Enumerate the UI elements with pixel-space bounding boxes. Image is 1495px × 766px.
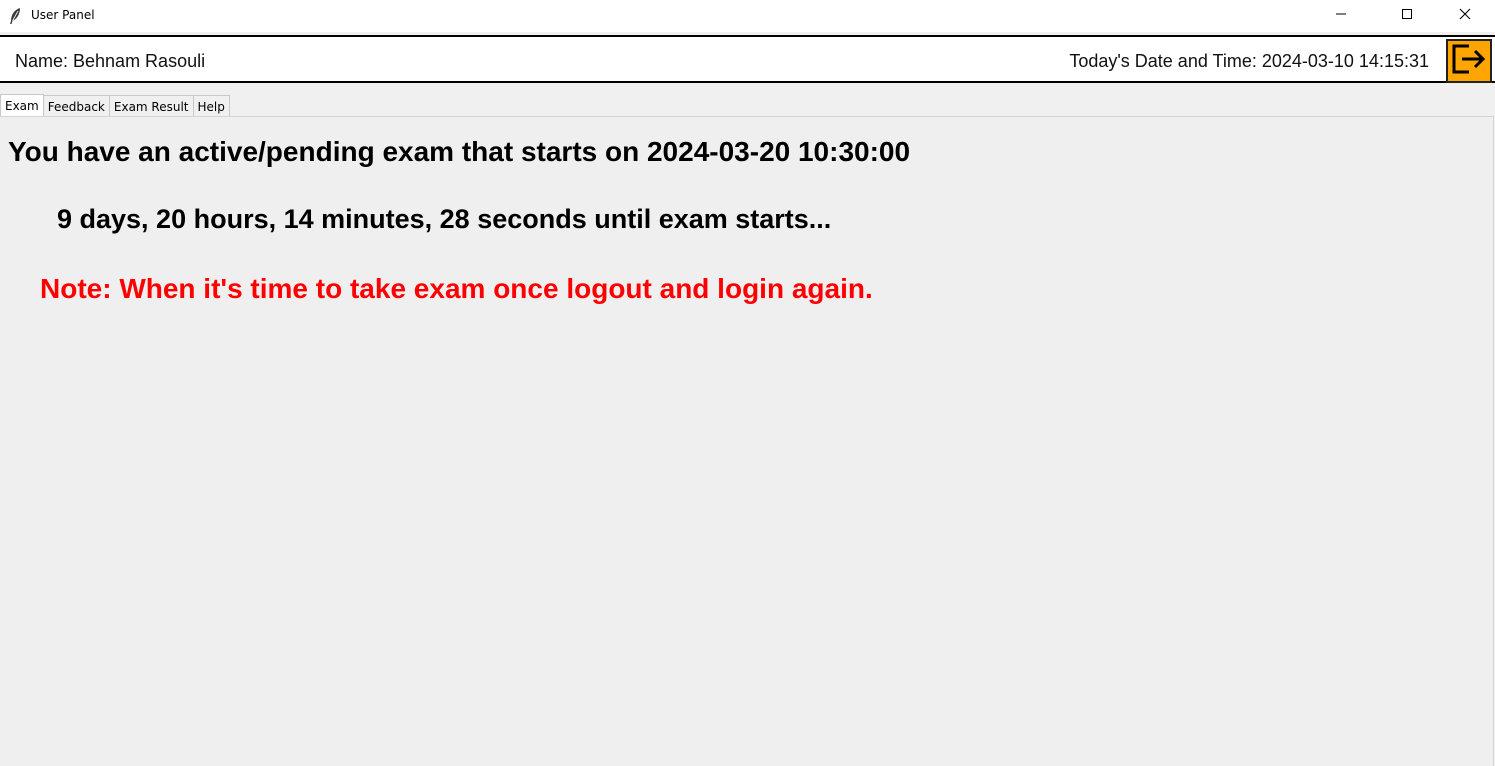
user-info-header: Name: Behnam Rasouli Today's Date and Ti… xyxy=(0,35,1495,83)
logout-icon xyxy=(1449,41,1489,82)
logout-button[interactable] xyxy=(1446,39,1492,83)
current-datetime-label: Today's Date and Time: 2024-03-10 14:15:… xyxy=(1069,51,1429,71)
tab-exam[interactable]: Exam xyxy=(0,94,44,118)
minimize-button[interactable] xyxy=(1318,0,1364,32)
exam-tab-panel: You have an active/pending exam that sta… xyxy=(0,116,1494,766)
close-icon xyxy=(1459,7,1471,25)
tab-feedback[interactable]: Feedback xyxy=(42,95,110,117)
tab-help[interactable]: Help xyxy=(192,95,230,117)
user-name-label: Name: Behnam Rasouli xyxy=(15,51,206,71)
exam-note: Note: When it's time to take exam once l… xyxy=(40,273,873,304)
exam-countdown: 9 days, 20 hours, 14 minutes, 28 seconds… xyxy=(57,204,832,234)
minimize-icon xyxy=(1335,7,1347,25)
window-title: User Panel xyxy=(31,8,95,22)
feather-icon xyxy=(8,7,22,25)
tab-bar: Exam Feedback Exam Result Help xyxy=(0,91,230,118)
title-bar: User Panel xyxy=(0,0,1495,32)
user-panel-window: User Panel Name: Behnam Rasouli Today's … xyxy=(0,0,1495,766)
maximize-icon xyxy=(1401,7,1413,25)
exam-status-message: You have an active/pending exam that sta… xyxy=(8,136,911,167)
close-button[interactable] xyxy=(1442,0,1488,32)
maximize-button[interactable] xyxy=(1384,0,1430,32)
tab-exam-result[interactable]: Exam Result xyxy=(108,95,194,117)
